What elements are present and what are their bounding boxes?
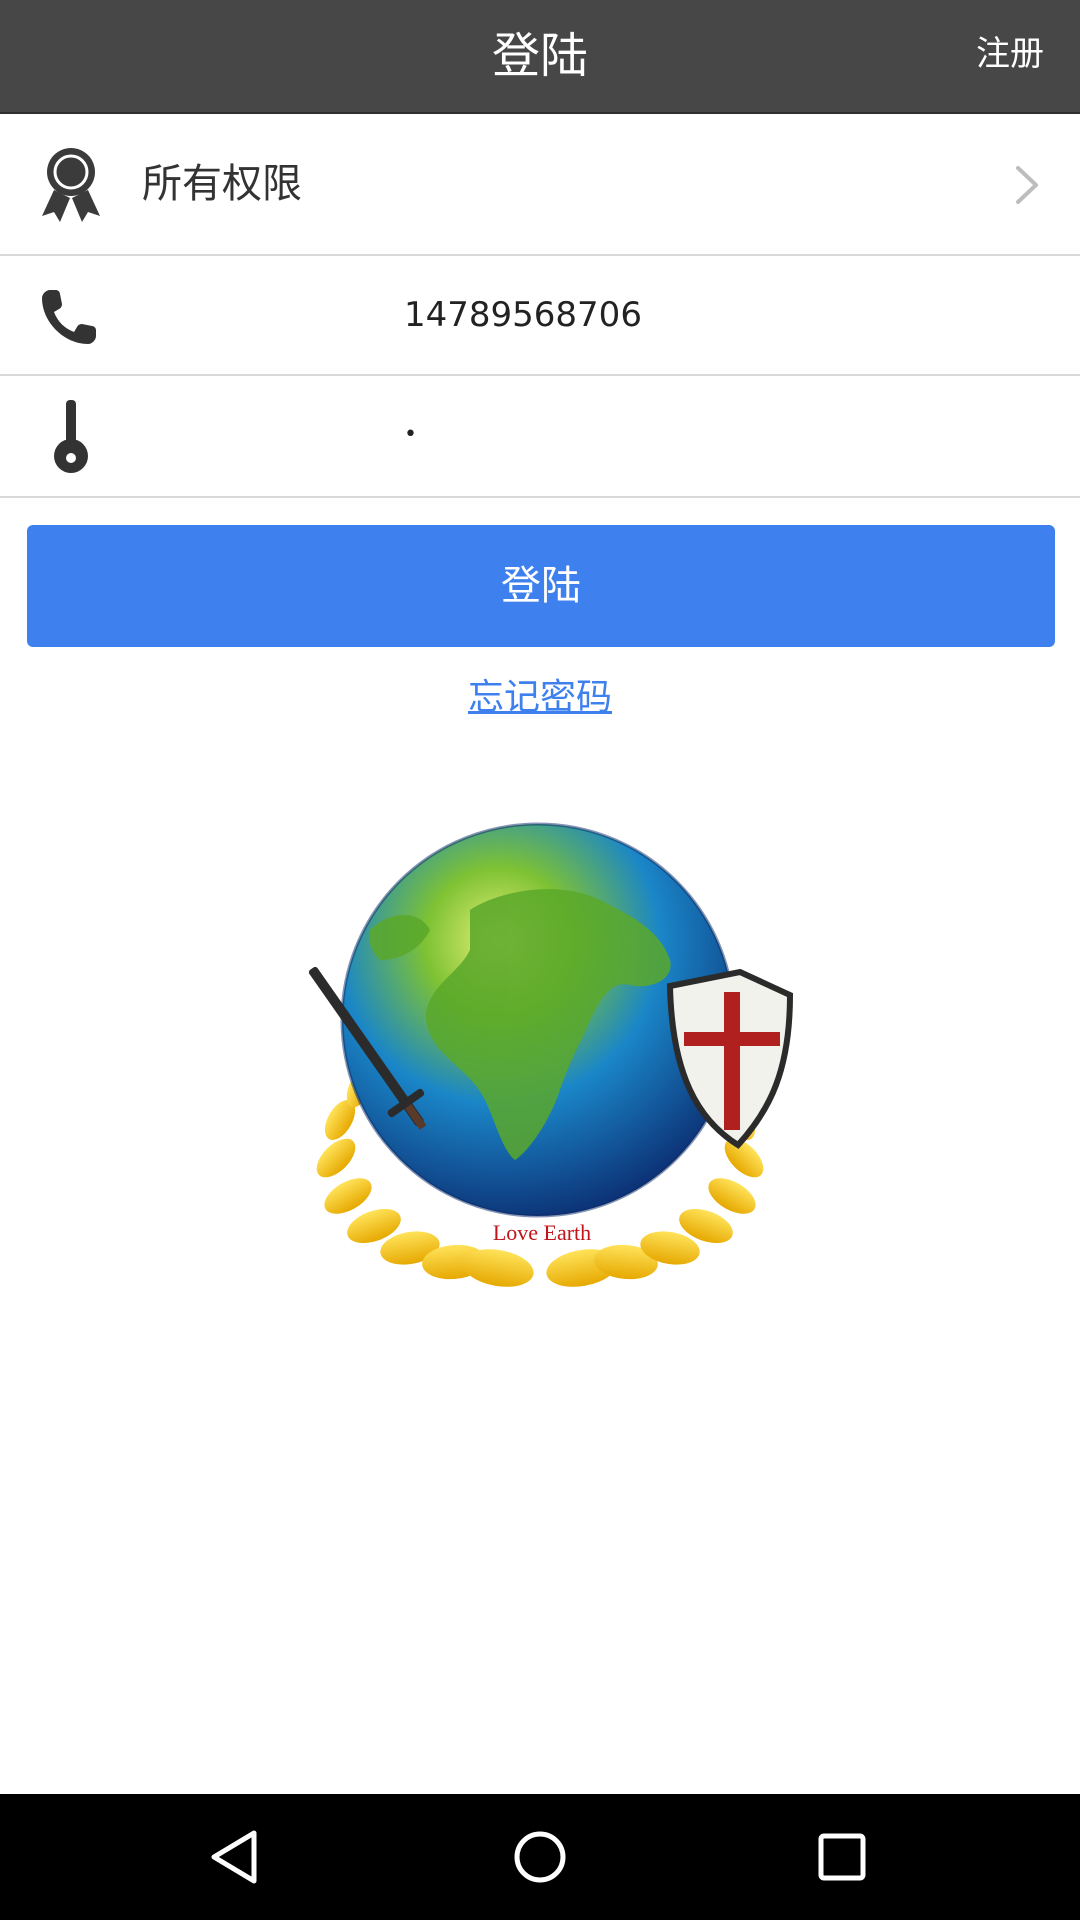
phone-field-row: 14789568706 xyxy=(0,256,1080,376)
permission-selector-row[interactable]: 所有权限 xyxy=(0,114,1080,256)
app-bar: 登陆 注册 xyxy=(0,0,1080,114)
forgot-password-link[interactable]: 忘记密码 xyxy=(0,668,1080,720)
recents-square-icon[interactable] xyxy=(812,1827,872,1887)
chevron-right-icon xyxy=(1016,166,1038,204)
award-ribbon-icon xyxy=(42,148,100,222)
system-navigation-bar xyxy=(0,1794,1080,1920)
page-title: 登陆 xyxy=(491,28,588,84)
password-field-row: • xyxy=(0,376,1080,498)
home-circle-icon[interactable] xyxy=(510,1827,570,1887)
login-screen: 登陆 注册 所有权限 14789568706 • 登陆 忘记密码 Love Ea… xyxy=(0,0,1080,1920)
password-input[interactable]: • xyxy=(404,376,417,494)
logo-caption: Love Earth xyxy=(493,1220,591,1245)
key-icon xyxy=(54,400,88,473)
phone-input[interactable]: 14789568706 xyxy=(404,256,642,374)
phone-icon xyxy=(42,290,96,344)
register-button[interactable]: 注册 xyxy=(976,0,1044,108)
back-triangle-icon[interactable] xyxy=(206,1827,266,1887)
permission-label: 所有权限 xyxy=(142,161,302,207)
love-earth-logo: Love Earth xyxy=(308,822,794,1287)
login-button[interactable]: 登陆 xyxy=(27,525,1055,647)
